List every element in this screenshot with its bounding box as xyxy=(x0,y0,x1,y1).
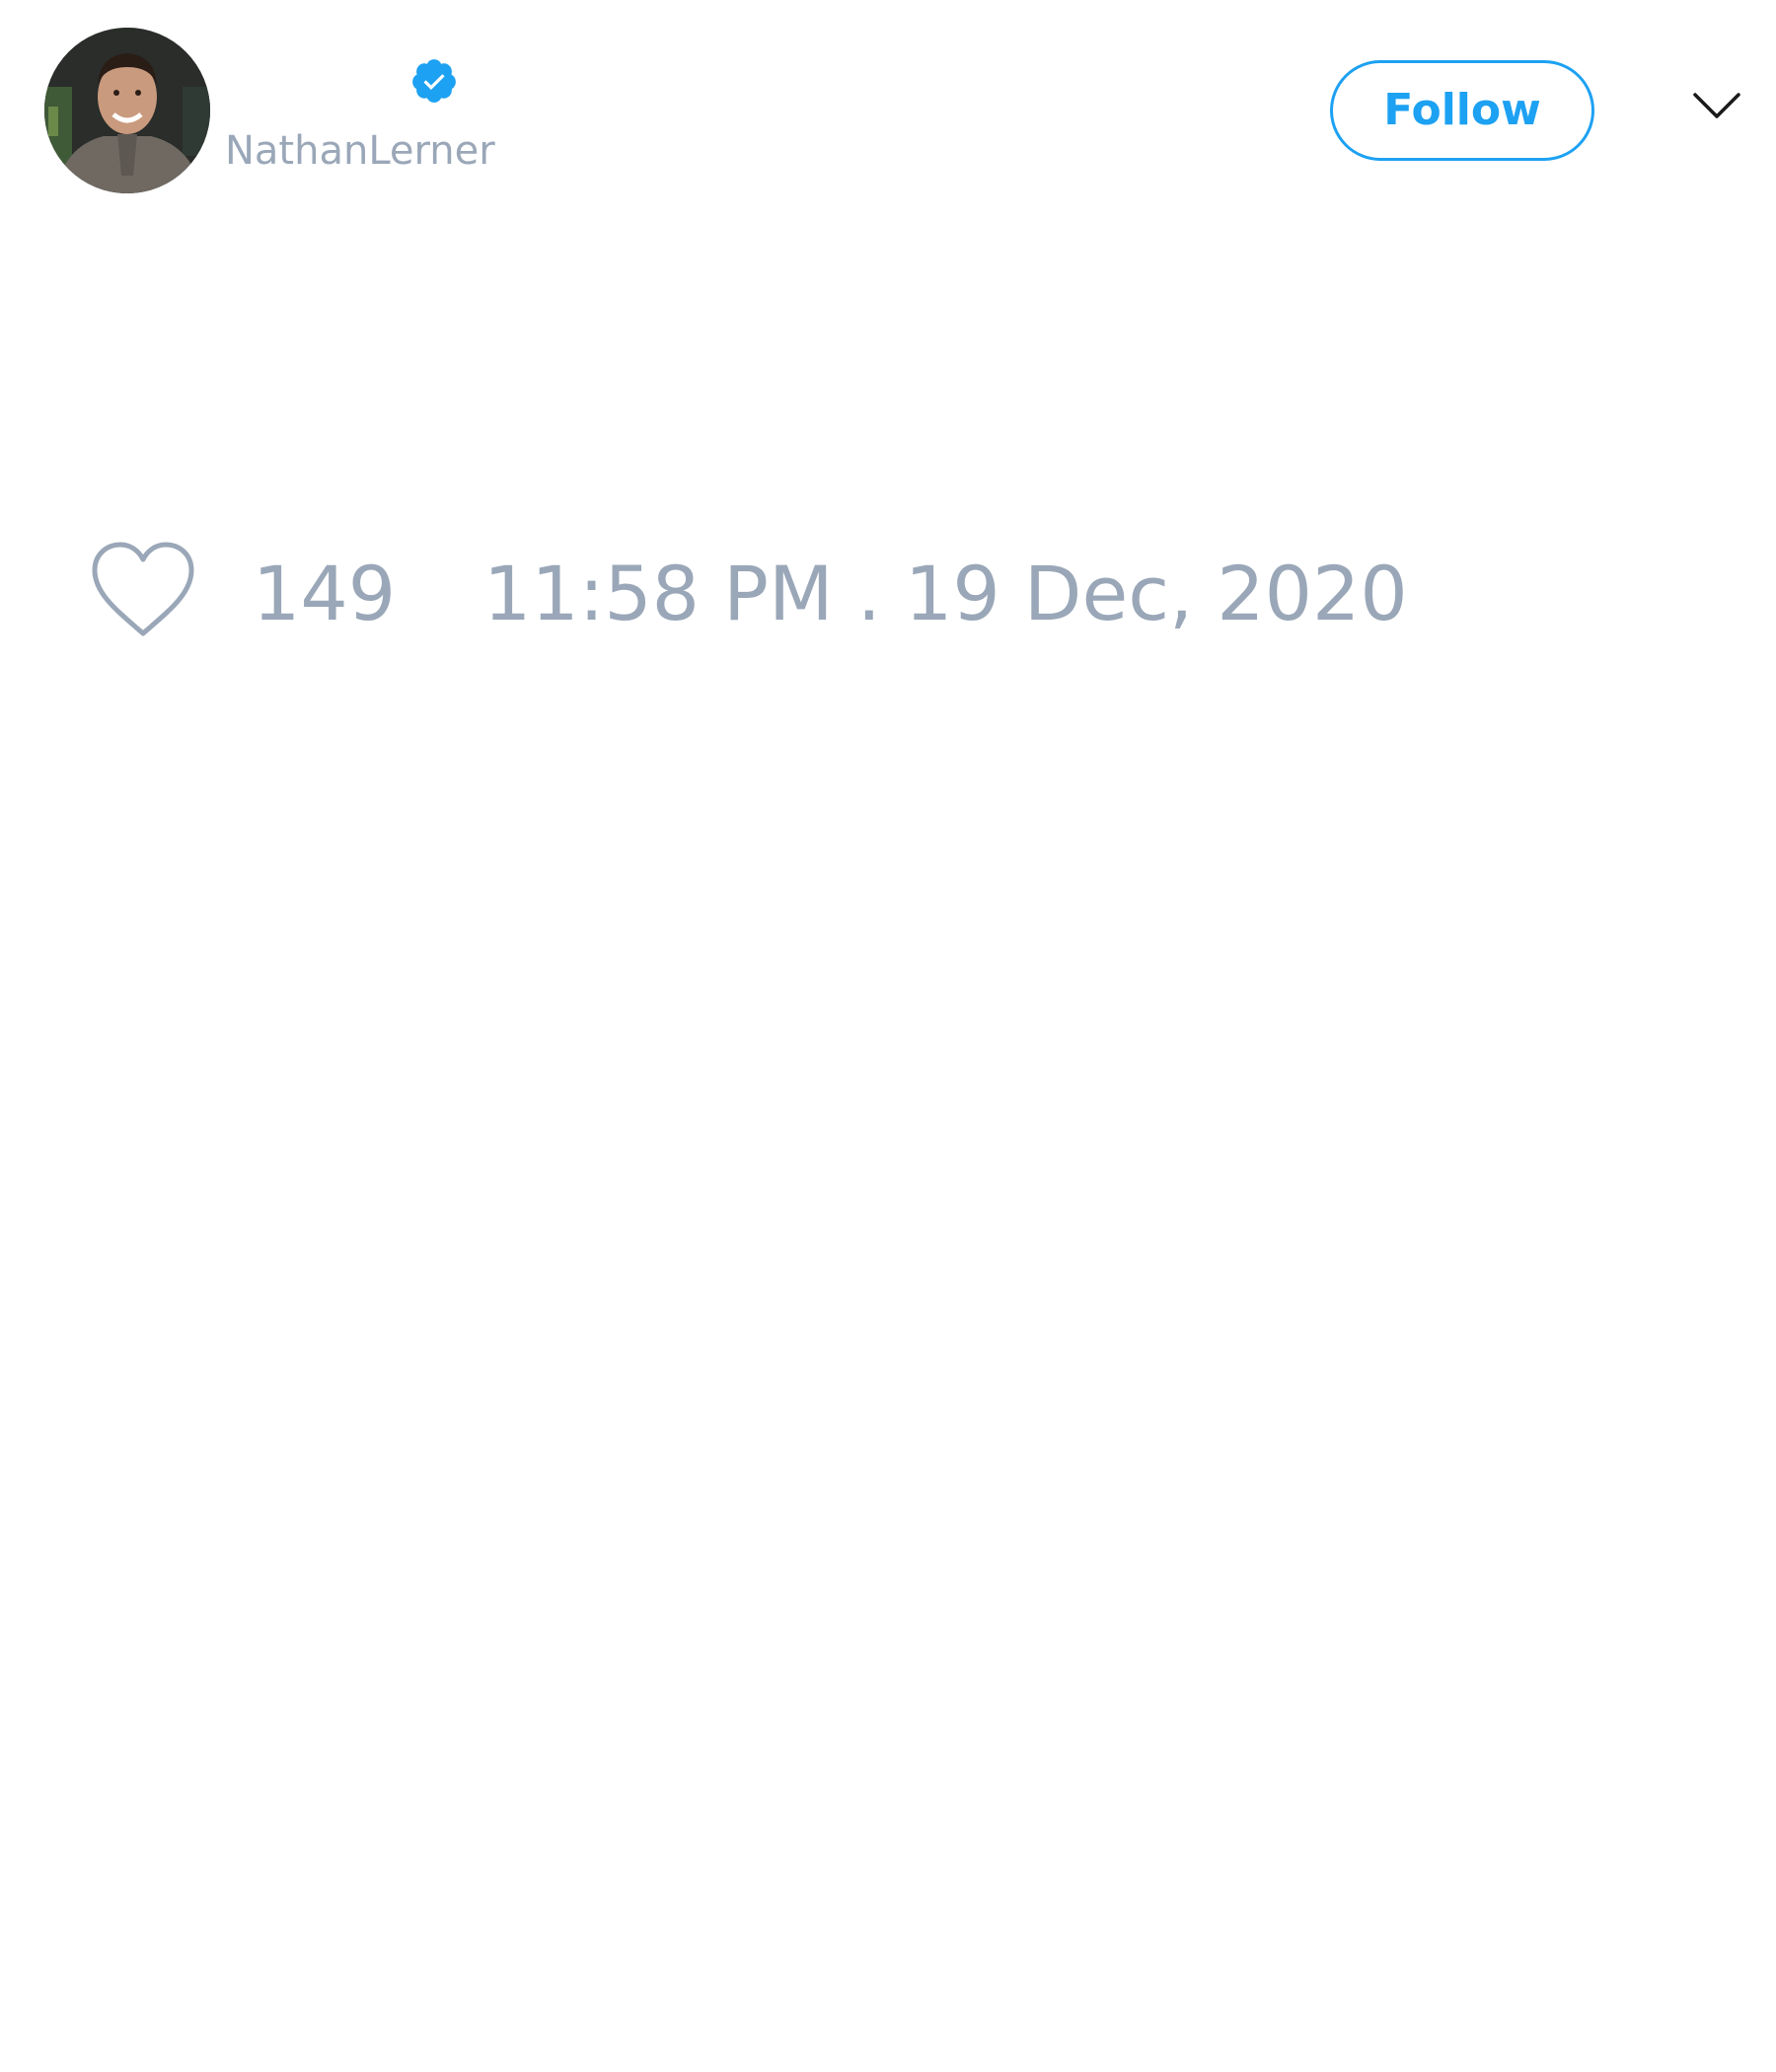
author-handle[interactable]: NathanLerner xyxy=(225,126,495,176)
chevron-down-icon[interactable] xyxy=(1692,91,1741,122)
like-count: 149 xyxy=(253,550,397,637)
heart-outline-icon[interactable] xyxy=(89,541,197,639)
tweet-timestamp[interactable]: 11:58 PM . 19 Dec, 2020 xyxy=(483,550,1408,638)
verified-badge-icon xyxy=(412,59,456,103)
avatar-photo xyxy=(44,28,210,193)
follow-button[interactable]: Follow xyxy=(1330,60,1594,161)
avatar[interactable] xyxy=(44,28,210,193)
